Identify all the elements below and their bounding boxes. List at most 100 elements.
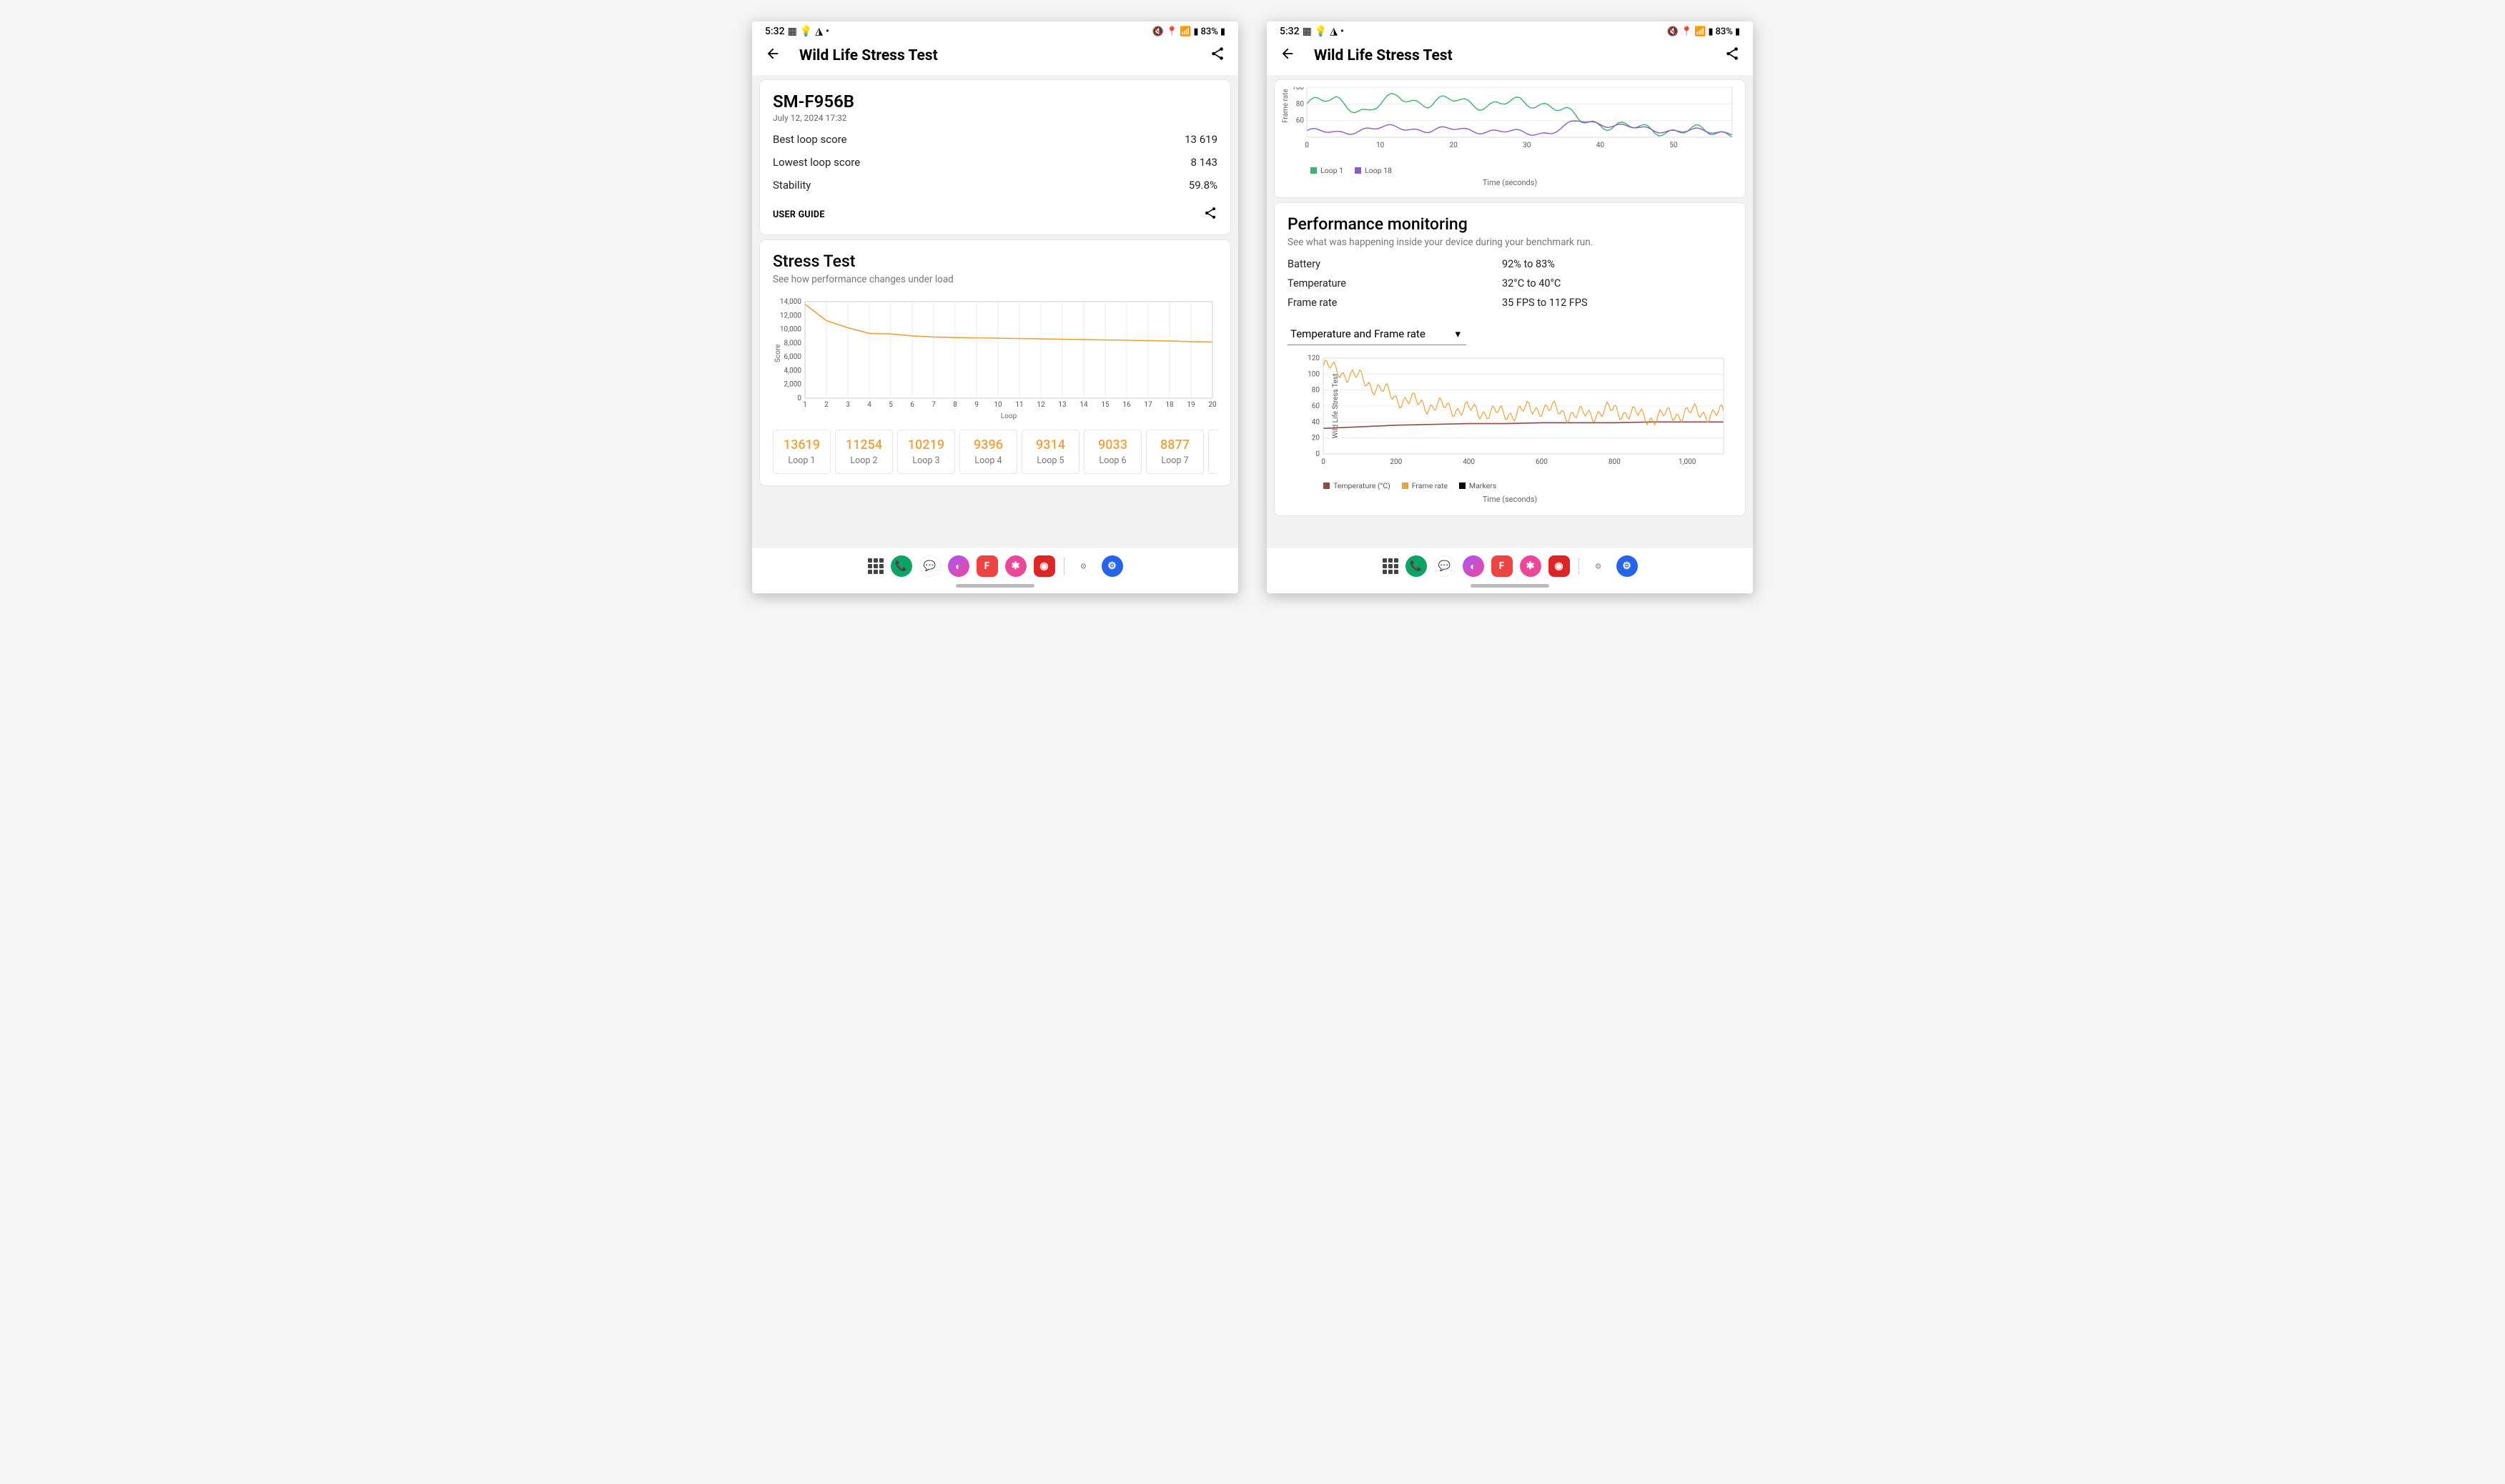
loop-tile[interactable]: 9033 Loop 6 [1084, 430, 1142, 474]
svg-text:60: 60 [1296, 117, 1305, 125]
battery-value: 92% to 83% [1502, 258, 1555, 270]
location-icon: 📍 [1166, 26, 1177, 37]
page-title: Wild Life Stress Test [1314, 47, 1706, 64]
temperature-label: Temperature [1288, 277, 1502, 290]
svg-text:18: 18 [1165, 401, 1174, 409]
stress-test-subtitle: See how performance changes under load [773, 274, 1217, 285]
user-guide-link[interactable]: USER GUIDE [773, 209, 825, 220]
loop-tile[interactable]: 10219 Loop 3 [897, 430, 955, 474]
camera-app-icon[interactable]: ◉ [1034, 555, 1055, 577]
loop-tile[interactable]: 8877Loop 7 [1146, 430, 1204, 474]
battery-label: Battery [1288, 258, 1502, 270]
camera-app-icon[interactable]: ◉ [1548, 555, 1570, 577]
share-button[interactable] [1724, 46, 1740, 65]
svg-text:0: 0 [797, 395, 801, 402]
svg-text:0: 0 [1305, 142, 1309, 149]
svg-text:14: 14 [1079, 401, 1088, 409]
svg-text:Wild Life Stress Test: Wild Life Stress Test [1331, 374, 1340, 438]
svg-text:400: 400 [1463, 458, 1475, 466]
battery-text: 83% [1715, 26, 1732, 37]
svg-text:20: 20 [1208, 401, 1216, 409]
loop-score-label: Loop 6 [1089, 455, 1137, 466]
flipboard-app-icon[interactable]: F [977, 555, 998, 577]
share-summary-button[interactable] [1203, 206, 1217, 223]
svg-text:0: 0 [1315, 450, 1320, 458]
loop-tile[interactable]: 9396Loop 4 [959, 430, 1017, 474]
frame-rate-card: Frame rate 608010001020304050 Loop 1 Loo… [1274, 79, 1746, 198]
app-bar: Wild Life Stress Test [752, 39, 1238, 75]
svg-text:100: 100 [1308, 370, 1320, 378]
page-title: Wild Life Stress Test [799, 47, 1191, 64]
messages-app-icon[interactable]: 💬 [1434, 555, 1456, 577]
legend-markers: Markers [1459, 481, 1496, 490]
svg-text:1,000: 1,000 [1679, 458, 1696, 466]
svg-text:6: 6 [910, 401, 914, 409]
messages-app-icon[interactable]: 💬 [919, 555, 941, 577]
settings-app-icon[interactable]: ⚙ [1616, 555, 1638, 577]
svg-text:8: 8 [953, 401, 957, 409]
phone-app-icon[interactable]: 📞 [1405, 555, 1427, 577]
frame-rate-value: 35 FPS to 112 FPS [1502, 297, 1588, 309]
status-photo-icon: ▦ [1303, 26, 1312, 37]
legend-loop18: Loop 18 [1355, 166, 1392, 175]
share-button[interactable] [1210, 46, 1225, 65]
mute-icon: 🔇 [1667, 26, 1679, 37]
back-button[interactable] [1280, 46, 1295, 65]
loop-score-tiles[interactable]: 13619Loop 111254Loop 2 10219 Loop 3 9396Loo… [773, 430, 1217, 474]
svg-text:13: 13 [1058, 401, 1066, 409]
browser-app-icon[interactable]: ◐ [948, 555, 969, 577]
signal-icon: ▮ [1193, 26, 1198, 37]
performance-chart: 02040608010012002004006008001,000Wild Li… [1288, 354, 1731, 475]
status-bulb-icon: 💡 [1315, 26, 1327, 37]
chevron-down-icon: ▾ [1455, 327, 1461, 340]
device-name: SM-F956B [773, 91, 1217, 112]
status-more-icon: • [826, 26, 829, 37]
status-bar: 5:32 ▦ 💡 ◮ • 🔇 📍 📶 ▮ 83% ▮ [1267, 21, 1753, 39]
loop-score-chart: Score 02,0004,0006,0008,00010,00012,0001… [773, 298, 1217, 422]
svg-text:60: 60 [1312, 402, 1320, 410]
battery-text: 83% [1200, 26, 1217, 37]
frame-rate-label: Frame rate [1288, 297, 1502, 309]
loop-tile[interactable]: 9314Loop 5 [1022, 430, 1079, 474]
loop-score-label: Loop 3 [902, 455, 950, 466]
svg-text:14,000: 14,000 [780, 298, 801, 306]
app-drawer-icon[interactable] [1383, 558, 1398, 574]
settings-app-icon[interactable]: ⚙ [1102, 555, 1123, 577]
app-drawer-icon[interactable] [868, 558, 884, 574]
gallery-app-icon[interactable]: ✱ [1520, 555, 1541, 577]
gallery-app-icon[interactable]: ✱ [1005, 555, 1027, 577]
location-icon: 📍 [1681, 26, 1692, 37]
taskbar: 📞 💬 ◐ F ✱ ◉ ⊙ ⚙ [752, 548, 1238, 581]
svg-text:600: 600 [1536, 458, 1548, 466]
svg-text:4: 4 [867, 401, 871, 409]
svg-text:0: 0 [1321, 458, 1325, 466]
legend-temp: Temperature (°C) [1323, 481, 1390, 490]
metric-dropdown[interactable]: Temperature and Frame rate ▾ [1288, 323, 1466, 345]
loop-score-value: 10219 [902, 437, 950, 452]
browser-app-icon[interactable]: ◐ [1463, 555, 1484, 577]
recent-app-1-icon[interactable]: ⊙ [1073, 555, 1095, 577]
loop-tile[interactable]: 13619Loop 1 [773, 430, 831, 474]
svg-text:80: 80 [1312, 387, 1320, 395]
nav-handle[interactable] [1471, 584, 1549, 588]
nav-handle[interactable] [956, 584, 1034, 588]
back-button[interactable] [765, 46, 781, 65]
svg-text:1: 1 [803, 401, 807, 409]
svg-text:11: 11 [1015, 401, 1023, 409]
svg-text:800: 800 [1609, 458, 1621, 466]
temperature-value: 32°C to 40°C [1502, 277, 1561, 290]
dropdown-label: Temperature and Frame rate [1290, 327, 1426, 340]
loop-score-value: 8877 [1151, 437, 1199, 452]
svg-text:16: 16 [1122, 401, 1131, 409]
recent-app-1-icon[interactable]: ⊙ [1588, 555, 1609, 577]
loop-tile[interactable]: 11254Loop 2 [835, 430, 893, 474]
svg-text:2: 2 [824, 401, 829, 409]
loop-score-value: 9033 [1089, 437, 1137, 452]
best-loop-value: 13 619 [1185, 133, 1217, 146]
flipboard-app-icon[interactable]: F [1491, 555, 1513, 577]
stress-test-title: Stress Test [773, 252, 1217, 271]
phone-app-icon[interactable]: 📞 [891, 555, 912, 577]
loop-score-value: 13619 [778, 437, 826, 452]
screenshot-right: 5:32 ▦ 💡 ◮ • 🔇 📍 📶 ▮ 83% ▮ Wild Life Str… [1267, 21, 1753, 593]
status-image-icon: ◮ [815, 26, 823, 37]
